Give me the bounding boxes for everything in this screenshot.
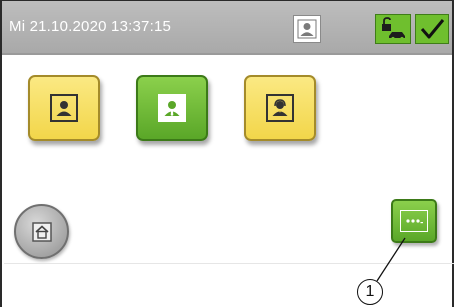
date-time: Mi 21.10.2020 13:37:15 <box>9 18 172 35</box>
unlock-button[interactable] <box>375 14 411 44</box>
callout-label: 1 <box>365 283 375 300</box>
divider <box>4 263 454 264</box>
user-tie-icon <box>158 94 186 122</box>
device-screen: Mi 21.10.2020 13:37:15 <box>0 0 454 307</box>
more-button[interactable] <box>391 199 437 243</box>
more-dots-icon <box>400 210 428 232</box>
unlock-car-icon <box>382 17 405 41</box>
check-icon <box>420 19 445 39</box>
home-icon <box>31 221 52 242</box>
home-button[interactable] <box>14 204 69 259</box>
tile-user-3[interactable] <box>244 75 316 141</box>
user-button[interactable] <box>293 15 321 43</box>
status-bar: Mi 21.10.2020 13:37:15 <box>2 1 452 55</box>
tile-user-2-selected[interactable] <box>136 75 208 141</box>
callout-marker: 1 <box>357 279 383 305</box>
user-icon <box>50 94 78 122</box>
tile-user-1[interactable] <box>28 75 100 141</box>
confirm-button[interactable] <box>415 14 449 44</box>
user-icon <box>297 19 317 39</box>
user-headset-icon <box>266 94 294 122</box>
